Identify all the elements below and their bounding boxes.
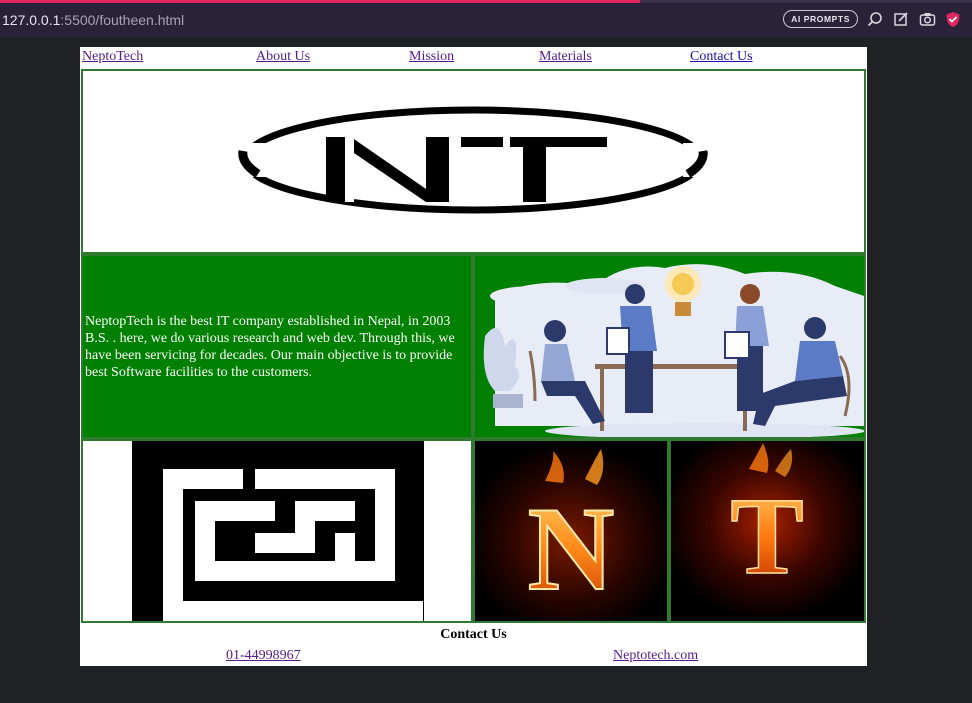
fire-letter-t: T (669, 439, 866, 623)
fire-t-letter: T (730, 475, 803, 597)
website-link[interactable]: Neptotech.com (613, 648, 698, 664)
address-bar[interactable]: 127.0.0.1:5500/foutheen.html AI PROMPTS (0, 3, 972, 37)
edit-icon[interactable] (892, 10, 910, 28)
nav-link-materials[interactable]: Materials (539, 49, 592, 65)
maze-logo-image (83, 441, 471, 621)
logo-banner (81, 69, 866, 254)
address-bar-actions: AI PROMPTS (783, 10, 962, 28)
nav-link-neptotech[interactable]: NeptoTech (82, 49, 143, 65)
nav-link-about-us[interactable]: About Us (256, 49, 310, 65)
page-content: NeptoTech About Us Mission Materials Con… (80, 47, 867, 666)
fire-n-letter: N (528, 482, 615, 615)
contact-footer: Contact Us 01-44998967 Neptotech.com (80, 625, 867, 666)
nav-link-mission[interactable]: Mission (409, 49, 454, 65)
url-path: :5500/foutheen.html (60, 12, 185, 28)
fire-letter-n: N (473, 439, 669, 623)
url-host: 127.0.0.1 (2, 12, 61, 28)
url-text[interactable]: 127.0.0.1:5500/foutheen.html (0, 12, 184, 28)
fire-n-image: N (475, 441, 667, 621)
search-icon[interactable] (866, 10, 884, 28)
footer-title: Contact Us (440, 627, 507, 642)
about-paragraph: NeptopTech is the best IT company establ… (85, 314, 455, 380)
fire-t-image: T (671, 441, 864, 621)
nav-link-contact-us[interactable]: Contact Us (690, 49, 753, 65)
nt-logo-image (231, 106, 723, 214)
maze-logo (81, 439, 473, 623)
ai-prompts-button[interactable]: AI PROMPTS (783, 10, 858, 28)
team-meeting-image (475, 256, 864, 437)
about-text-panel: NeptopTech is the best IT company establ… (81, 254, 473, 439)
shield-icon[interactable] (944, 10, 962, 28)
team-illustration (473, 254, 866, 439)
camera-icon[interactable] (918, 10, 936, 28)
phone-link[interactable]: 01-44998967 (226, 648, 301, 664)
top-nav: NeptoTech About Us Mission Materials Con… (80, 47, 867, 68)
